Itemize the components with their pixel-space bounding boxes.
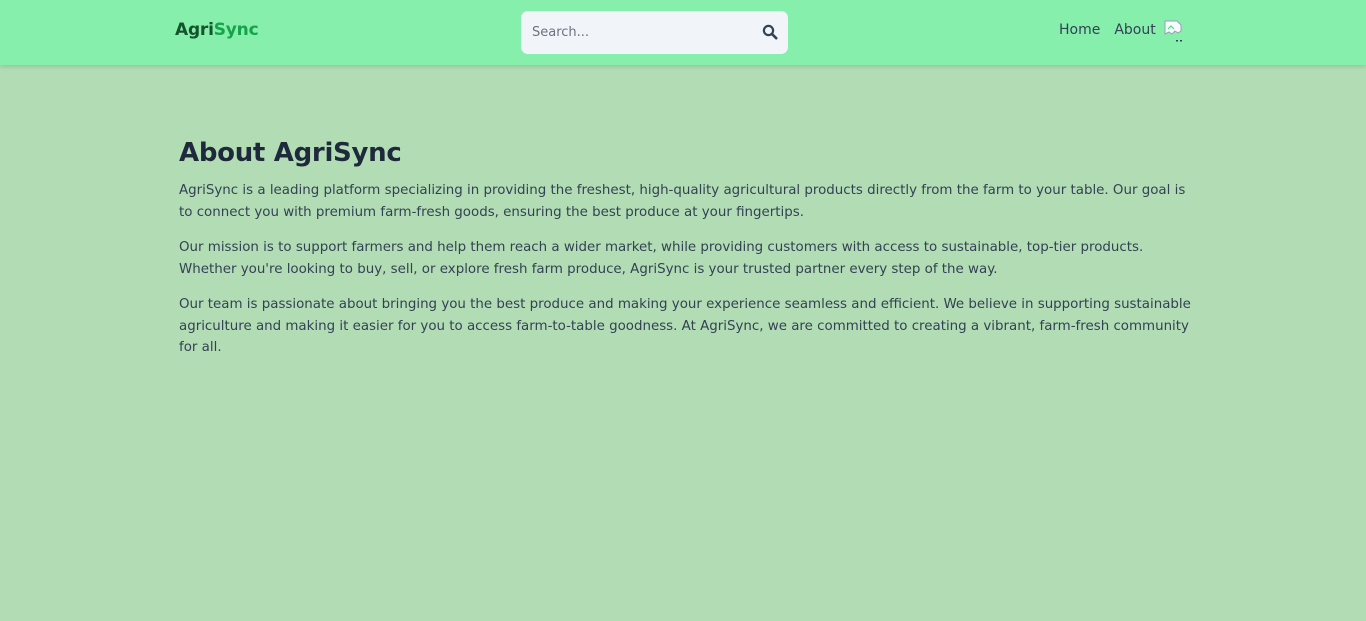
broken-image-icon [1164, 20, 1182, 42]
search-bar [521, 11, 788, 54]
about-paragraph-1: AgriSync is a leading platform specializ… [179, 183, 1186, 220]
about-paragraph-2: Our mission is to support farmers and he… [179, 240, 1144, 277]
about-paragraph-3: Our team is passionate about bringing yo… [179, 297, 1191, 355]
nav-link-about[interactable]: About [1114, 22, 1155, 38]
navbar: AgriSync Home About [0, 0, 1366, 65]
nav-link-home[interactable]: Home [1059, 22, 1100, 38]
nav-links: Home About [1059, 22, 1156, 38]
page-title: About AgriSync [179, 138, 402, 168]
search-input[interactable] [521, 11, 741, 54]
search-icon[interactable] [762, 24, 778, 40]
about-section: About AgriSync AgriSync is a leading pla… [179, 138, 1191, 373]
avatar[interactable] [1164, 20, 1185, 44]
brand-name-part2: Sync [213, 20, 259, 40]
brand-name-part1: Agri [175, 20, 214, 40]
brand-logo[interactable]: AgriSync [175, 20, 259, 40]
